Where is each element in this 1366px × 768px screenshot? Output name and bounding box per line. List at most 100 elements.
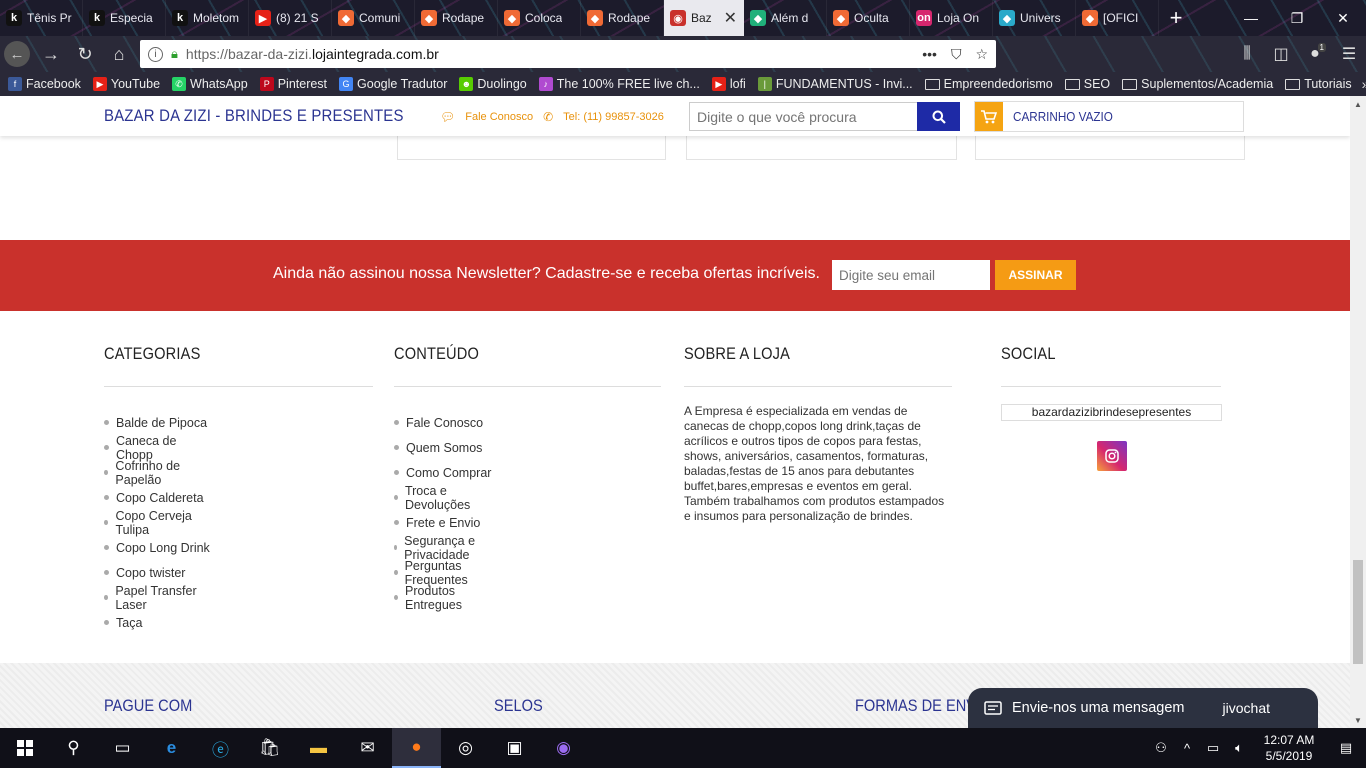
clock[interactable]: 12:07 AM 5/5/2019 (1252, 732, 1326, 764)
home-button[interactable]: ⌂ (102, 39, 136, 69)
tab[interactable]: ◆ Rodape (581, 0, 664, 36)
notifications-icon[interactable]: ▤ (1326, 740, 1366, 756)
extension-icon[interactable]: ● 1 (1298, 43, 1332, 63)
firefox-icon[interactable]: ● (392, 728, 441, 768)
tab[interactable]: ▶ (8) 21 S (249, 0, 332, 36)
app-icon[interactable]: ◎ (441, 728, 490, 768)
sidebar-icon[interactable]: ◫ (1264, 44, 1298, 64)
network-icon[interactable]: ▭ (1200, 740, 1226, 756)
store-name-logo[interactable]: BAZAR DA ZIZI - BRINDES E PRESENTES (104, 106, 404, 126)
bullet-icon (394, 545, 398, 550)
footer-link[interactable]: Copo Caldereta (104, 485, 216, 510)
media-icon[interactable]: ◉ (539, 728, 588, 768)
pocket-icon[interactable]: ⛉ (951, 46, 962, 63)
search-taskbar-icon[interactable]: ⚲ (49, 728, 98, 768)
search-button[interactable] (917, 102, 960, 131)
bookmarks-overflow-icon[interactable]: » (1362, 76, 1366, 92)
bookmark-item[interactable]: ♪ The 100% FREE live ch... (538, 77, 700, 91)
tab[interactable]: ◆ Univers (993, 0, 1076, 36)
footer-link[interactable]: Produtos Entregues (394, 584, 493, 612)
bookmark-star-icon[interactable]: ☆ (975, 46, 988, 63)
footer-link[interactable]: Copo twister (104, 560, 216, 585)
tab[interactable]: k Especia (83, 0, 166, 36)
search-input[interactable] (689, 102, 917, 131)
bookmark-folder[interactable]: Tutoriais (1285, 77, 1352, 91)
newsletter-email-input[interactable] (832, 260, 990, 290)
footer-link[interactable]: Papel Transfer Laser (104, 584, 216, 612)
tray-expand-icon[interactable]: ^ (1174, 741, 1200, 756)
bookmark-item[interactable]: P Pinterest (259, 77, 327, 91)
close-tab-icon[interactable]: ✕ (724, 8, 737, 28)
chat-widget[interactable]: Envie-nos uma mensagem jivochat (968, 688, 1318, 728)
reload-button[interactable]: ↻ (68, 39, 102, 69)
tab-active[interactable]: ◉ Baz ✕ (664, 0, 744, 36)
footer-link[interactable]: Balde de Pipoca (104, 410, 216, 435)
tab[interactable]: on Loja On (910, 0, 993, 36)
back-button[interactable]: ← (0, 39, 34, 69)
menu-icon[interactable]: ☰ (1332, 44, 1366, 64)
cart-button[interactable]: CARRINHO VAZIO (974, 101, 1244, 132)
start-button[interactable] (0, 728, 49, 768)
restore-icon[interactable]: ❐ (1274, 0, 1320, 36)
ie-icon[interactable]: ⓔ (196, 728, 245, 768)
footer-link-label: Fale Conosco (406, 415, 484, 430)
task-view-icon[interactable]: ▭ (98, 728, 147, 768)
tab[interactable]: ◆ Comuni (332, 0, 415, 36)
minimize-icon[interactable]: — (1228, 0, 1274, 36)
footer-link[interactable]: Caneca de Chopp (104, 434, 216, 462)
bookmark-item[interactable]: ☻ Duolingo (459, 77, 527, 91)
footer-link[interactable]: Segurança e Privacidade (394, 534, 493, 562)
footer-link[interactable]: Copo Long Drink (104, 535, 216, 560)
file-explorer-icon[interactable]: ▬ (294, 728, 343, 768)
store-icon[interactable]: 🛍︎ (245, 728, 294, 768)
tab[interactable]: ◆ Além d (744, 0, 827, 36)
tab[interactable]: k Moletom (166, 0, 249, 36)
footer-link[interactable]: Frete e Envio (394, 510, 493, 535)
bookmark-folder[interactable]: Suplementos/Academia (1122, 77, 1273, 91)
volume-icon[interactable]: 🔈︎ (1226, 740, 1252, 756)
footer-link[interactable]: Copo Cerveja Tulipa (104, 509, 216, 537)
new-tab-button[interactable]: + (1159, 0, 1193, 36)
tab[interactable]: ◆ Rodape (415, 0, 498, 36)
footer-link[interactable]: Quem Somos (394, 435, 493, 460)
footer-link[interactable]: Fale Conosco (394, 410, 493, 435)
monitor-icon[interactable]: ▣ (490, 728, 539, 768)
tab[interactable]: ◆ Coloca (498, 0, 581, 36)
bookmark-item[interactable]: ▶ YouTube (92, 77, 160, 91)
library-icon[interactable]: ⫼ (1230, 45, 1264, 63)
tab[interactable]: ◆ [OFICI (1076, 0, 1159, 36)
footer-link[interactable]: Como Comprar (394, 460, 493, 485)
forward-button[interactable]: → (34, 39, 68, 69)
scroll-down-icon[interactable]: ▼ (1350, 712, 1366, 728)
page-scrollbar[interactable]: ▲ ▼ (1350, 96, 1366, 728)
info-icon[interactable]: i (148, 46, 163, 62)
newsletter-subscribe-button[interactable]: ASSINAR (995, 260, 1076, 290)
clock-time: 12:07 AM (1263, 733, 1315, 747)
scroll-up-icon[interactable]: ▲ (1350, 96, 1366, 112)
social-handle[interactable]: bazardazizibrindesepresentes (1001, 404, 1222, 421)
bookmark-folder[interactable]: Empreendedorismo (924, 77, 1053, 91)
tab[interactable]: ◆ Oculta (827, 0, 910, 36)
close-window-icon[interactable]: ✕ (1320, 0, 1366, 36)
edge-icon[interactable]: e (147, 728, 196, 768)
mail-icon[interactable]: ✉ (343, 728, 392, 768)
instagram-icon[interactable] (1097, 441, 1127, 471)
footer-link[interactable]: Cofrinho de Papelão (104, 459, 216, 487)
bookmark-label: FUNDAMENTUS - Invi... (775, 77, 913, 91)
people-icon[interactable]: ⚇ (1148, 740, 1174, 756)
footer-link[interactable]: Taça (104, 610, 216, 635)
bookmark-item[interactable]: | FUNDAMENTUS - Invi... (757, 77, 913, 91)
bookmark-item[interactable]: ▶ lofi (711, 77, 746, 91)
footer-link[interactable]: Troca e Devoluções (394, 484, 493, 512)
bookmark-item[interactable]: G Google Tradutor (339, 77, 447, 91)
contact-link[interactable]: Fale Conosco (465, 111, 533, 123)
bookmark-folder[interactable]: SEO (1064, 77, 1110, 91)
page-actions-icon[interactable]: ••• (922, 46, 937, 63)
url-text[interactable]: https://bazar-da-zizi.lojaintegrada.com.… (186, 46, 914, 62)
footer-link[interactable]: Perguntas Frequentes (394, 559, 493, 587)
address-bar[interactable]: i 🔒︎ https://bazar-da-zizi.lojaintegrada… (140, 40, 996, 68)
tab[interactable]: k Tênis Pr (0, 0, 83, 36)
bookmark-item[interactable]: f Facebook (8, 77, 81, 91)
bookmark-item[interactable]: ✆ WhatsApp (172, 77, 248, 91)
scrollbar-thumb[interactable] (1353, 560, 1363, 664)
